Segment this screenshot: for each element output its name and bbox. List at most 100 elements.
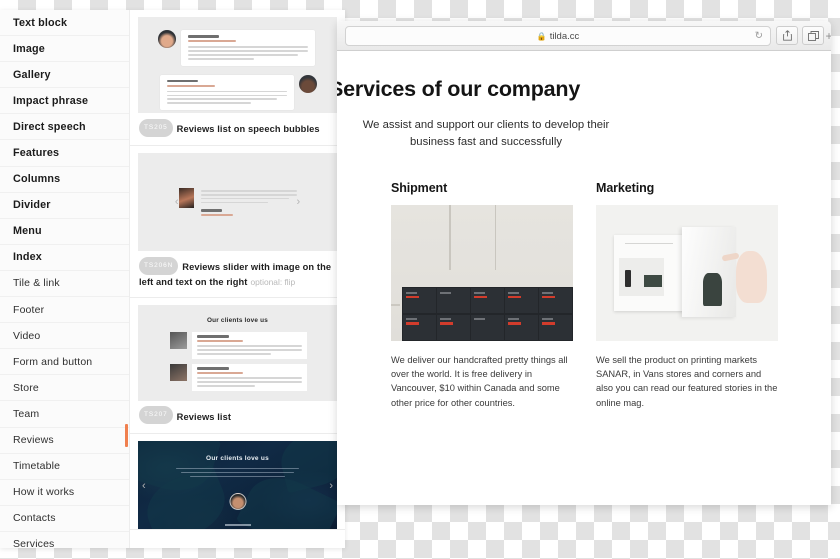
- sidebar-item-label: Timetable: [13, 460, 61, 473]
- hand: [721, 251, 768, 303]
- review-card: [192, 363, 307, 391]
- sidebar-item-divider[interactable]: Divider: [0, 192, 129, 219]
- block-preview-ts205[interactable]: [138, 17, 337, 113]
- shipment-photo: [391, 205, 573, 341]
- review-card: [192, 331, 307, 359]
- sidebar-item-label: Divider: [13, 199, 51, 212]
- lock-icon: 🔒: [536, 31, 547, 41]
- avatar: [158, 30, 176, 48]
- sidebar-item-label: Reviews: [13, 434, 54, 447]
- column-title: Marketing: [596, 181, 655, 195]
- block-category-sidebar[interactable]: Text block Image Gallery Impact phrase D…: [0, 10, 130, 548]
- block-card-ts207[interactable]: Our clients love us TS207 Reviews list: [130, 304, 345, 434]
- sidebar-item-footer[interactable]: Footer: [0, 297, 129, 324]
- sidebar-item-label: Services: [13, 538, 55, 548]
- web-page-content: Services of our company We assist and su…: [337, 51, 831, 505]
- sidebar-item-contacts[interactable]: Contacts: [0, 505, 129, 532]
- sidebar-item-team[interactable]: Team: [0, 401, 129, 428]
- block-label-ts205: TS205 Reviews list on speech bubbles: [130, 113, 345, 145]
- sidebar-item-timetable[interactable]: Timetable: [0, 453, 129, 480]
- column-title: Shipment: [391, 181, 448, 195]
- block-preview-ts207[interactable]: Our clients love us: [138, 304, 337, 401]
- block-preview-ts206n[interactable]: ‹ ›: [138, 153, 337, 251]
- new-tab-icon[interactable]: +: [821, 28, 831, 44]
- sidebar-item-label: Direct speech: [13, 120, 86, 133]
- magazine-page-flap: [681, 226, 737, 317]
- safari-browser-window: 🔒 tilda.cc ↻ + Services of our company W…: [337, 21, 831, 505]
- sidebar-item-columns[interactable]: Columns: [0, 166, 129, 193]
- slider-content: [178, 187, 297, 217]
- block-subtitle: optional: flip: [250, 277, 296, 287]
- block-card-ts205[interactable]: TS205 Reviews list on speech bubbles: [130, 17, 345, 146]
- sidebar-item-index[interactable]: Index: [0, 244, 129, 271]
- sidebar-item-label: Gallery: [13, 68, 51, 81]
- review-list-item: [138, 331, 337, 359]
- share-glyph: [782, 30, 792, 41]
- sidebar-item-impact-phrase[interactable]: Impact phrase: [0, 88, 129, 115]
- avatar: [170, 331, 187, 349]
- sidebar-item-label: Columns: [13, 173, 61, 186]
- sidebar-item-direct-speech[interactable]: Direct speech: [0, 114, 129, 141]
- sidebar-item-image[interactable]: Image: [0, 36, 129, 63]
- sidebar-item-label: Image: [13, 42, 45, 55]
- sidebar-item-label: Features: [13, 147, 60, 160]
- sidebar-item-menu[interactable]: Menu: [0, 218, 129, 245]
- sidebar-item-how-it-works[interactable]: How it works: [0, 479, 129, 506]
- sidebar-item-label: Contacts: [13, 512, 56, 525]
- browser-toolbar: 🔒 tilda.cc ↻ +: [337, 21, 831, 51]
- sidebar-item-label: Impact phrase: [13, 94, 89, 107]
- address-bar[interactable]: 🔒 tilda.cc ↻: [345, 26, 771, 46]
- sidebar-item-text-block[interactable]: Text block: [0, 10, 129, 37]
- block-label-ts207: TS207 Reviews list: [130, 401, 345, 433]
- service-column-shipment: Shipment We deliver our handcrafted pret…: [391, 181, 573, 410]
- block-card-dark-reviews-slider[interactable]: Our clients love us ‹ ›: [130, 440, 345, 530]
- share-icon[interactable]: [776, 26, 798, 45]
- review-list-item: [138, 363, 337, 391]
- sidebar-item-label: Tile & link: [13, 277, 60, 290]
- review-photo: [178, 187, 194, 208]
- block-title: Reviews list on speech bubbles: [176, 124, 320, 135]
- sidebar-item-label: Footer: [13, 303, 45, 316]
- slider-next-arrow-icon[interactable]: ›: [329, 480, 333, 492]
- sidebar-item-services[interactable]: Services: [0, 531, 129, 548]
- preview-heading: Our clients love us: [207, 316, 268, 324]
- block-preview-dark-slider[interactable]: Our clients love us ‹ ›: [138, 440, 337, 529]
- page-title: Services of our company: [337, 77, 581, 101]
- sidebar-item-label: How it works: [13, 486, 75, 499]
- sidebar-item-store[interactable]: Store: [0, 375, 129, 402]
- speech-bubble: [160, 74, 294, 111]
- sidebar-item-gallery[interactable]: Gallery: [0, 62, 129, 89]
- sidebar-item-label: Video: [13, 329, 41, 342]
- avatar: [229, 492, 246, 510]
- column-text: We sell the product on printing markets …: [596, 355, 778, 408]
- block-template-list[interactable]: TS205 Reviews list on speech bubbles ‹ › …: [130, 10, 345, 548]
- services-columns: Shipment We deliver our handcrafted pret…: [391, 181, 797, 410]
- column-text: We deliver our handcrafted pretty things…: [391, 355, 568, 408]
- sidebar-item-label: Form and button: [13, 355, 93, 368]
- page-subtitle: We assist and support our clients to dev…: [362, 119, 610, 148]
- active-category-indicator: [125, 424, 128, 447]
- sidebar-item-tile-and-link[interactable]: Tile & link: [0, 270, 129, 298]
- block-badge: TS205: [139, 118, 173, 137]
- sidebar-item-features[interactable]: Features: [0, 140, 129, 167]
- reviewer-name: [138, 513, 337, 529]
- sidebar-item-label: Team: [13, 407, 40, 420]
- sidebar-item-reviews[interactable]: Reviews: [0, 427, 129, 454]
- service-column-marketing: Marketing We sell the product on printin…: [596, 181, 778, 410]
- tilda-block-library-panel: Text block Image Gallery Impact phrase D…: [0, 10, 345, 548]
- url-text: tilda.cc: [549, 30, 580, 42]
- preview-heading: Our clients love us: [206, 454, 269, 462]
- reload-icon[interactable]: ↻: [755, 31, 763, 42]
- avatar: [299, 74, 317, 93]
- avatar: [170, 363, 187, 381]
- sidebar-item-video[interactable]: Video: [0, 323, 129, 350]
- slider-prev-arrow-icon[interactable]: ‹: [142, 480, 146, 492]
- sidebar-item-form-and-button[interactable]: Form and button: [0, 349, 129, 376]
- speech-bubble: [181, 30, 315, 66]
- mailbox-bank: [401, 286, 573, 341]
- sidebar-item-label: Text block: [13, 16, 68, 29]
- speech-bubble-row: [138, 66, 337, 111]
- review-text: [200, 188, 297, 217]
- block-card-ts206n[interactable]: ‹ › TS206N Reviews slider with image on t…: [130, 153, 345, 298]
- slider-next-arrow-icon[interactable]: ›: [297, 196, 301, 208]
